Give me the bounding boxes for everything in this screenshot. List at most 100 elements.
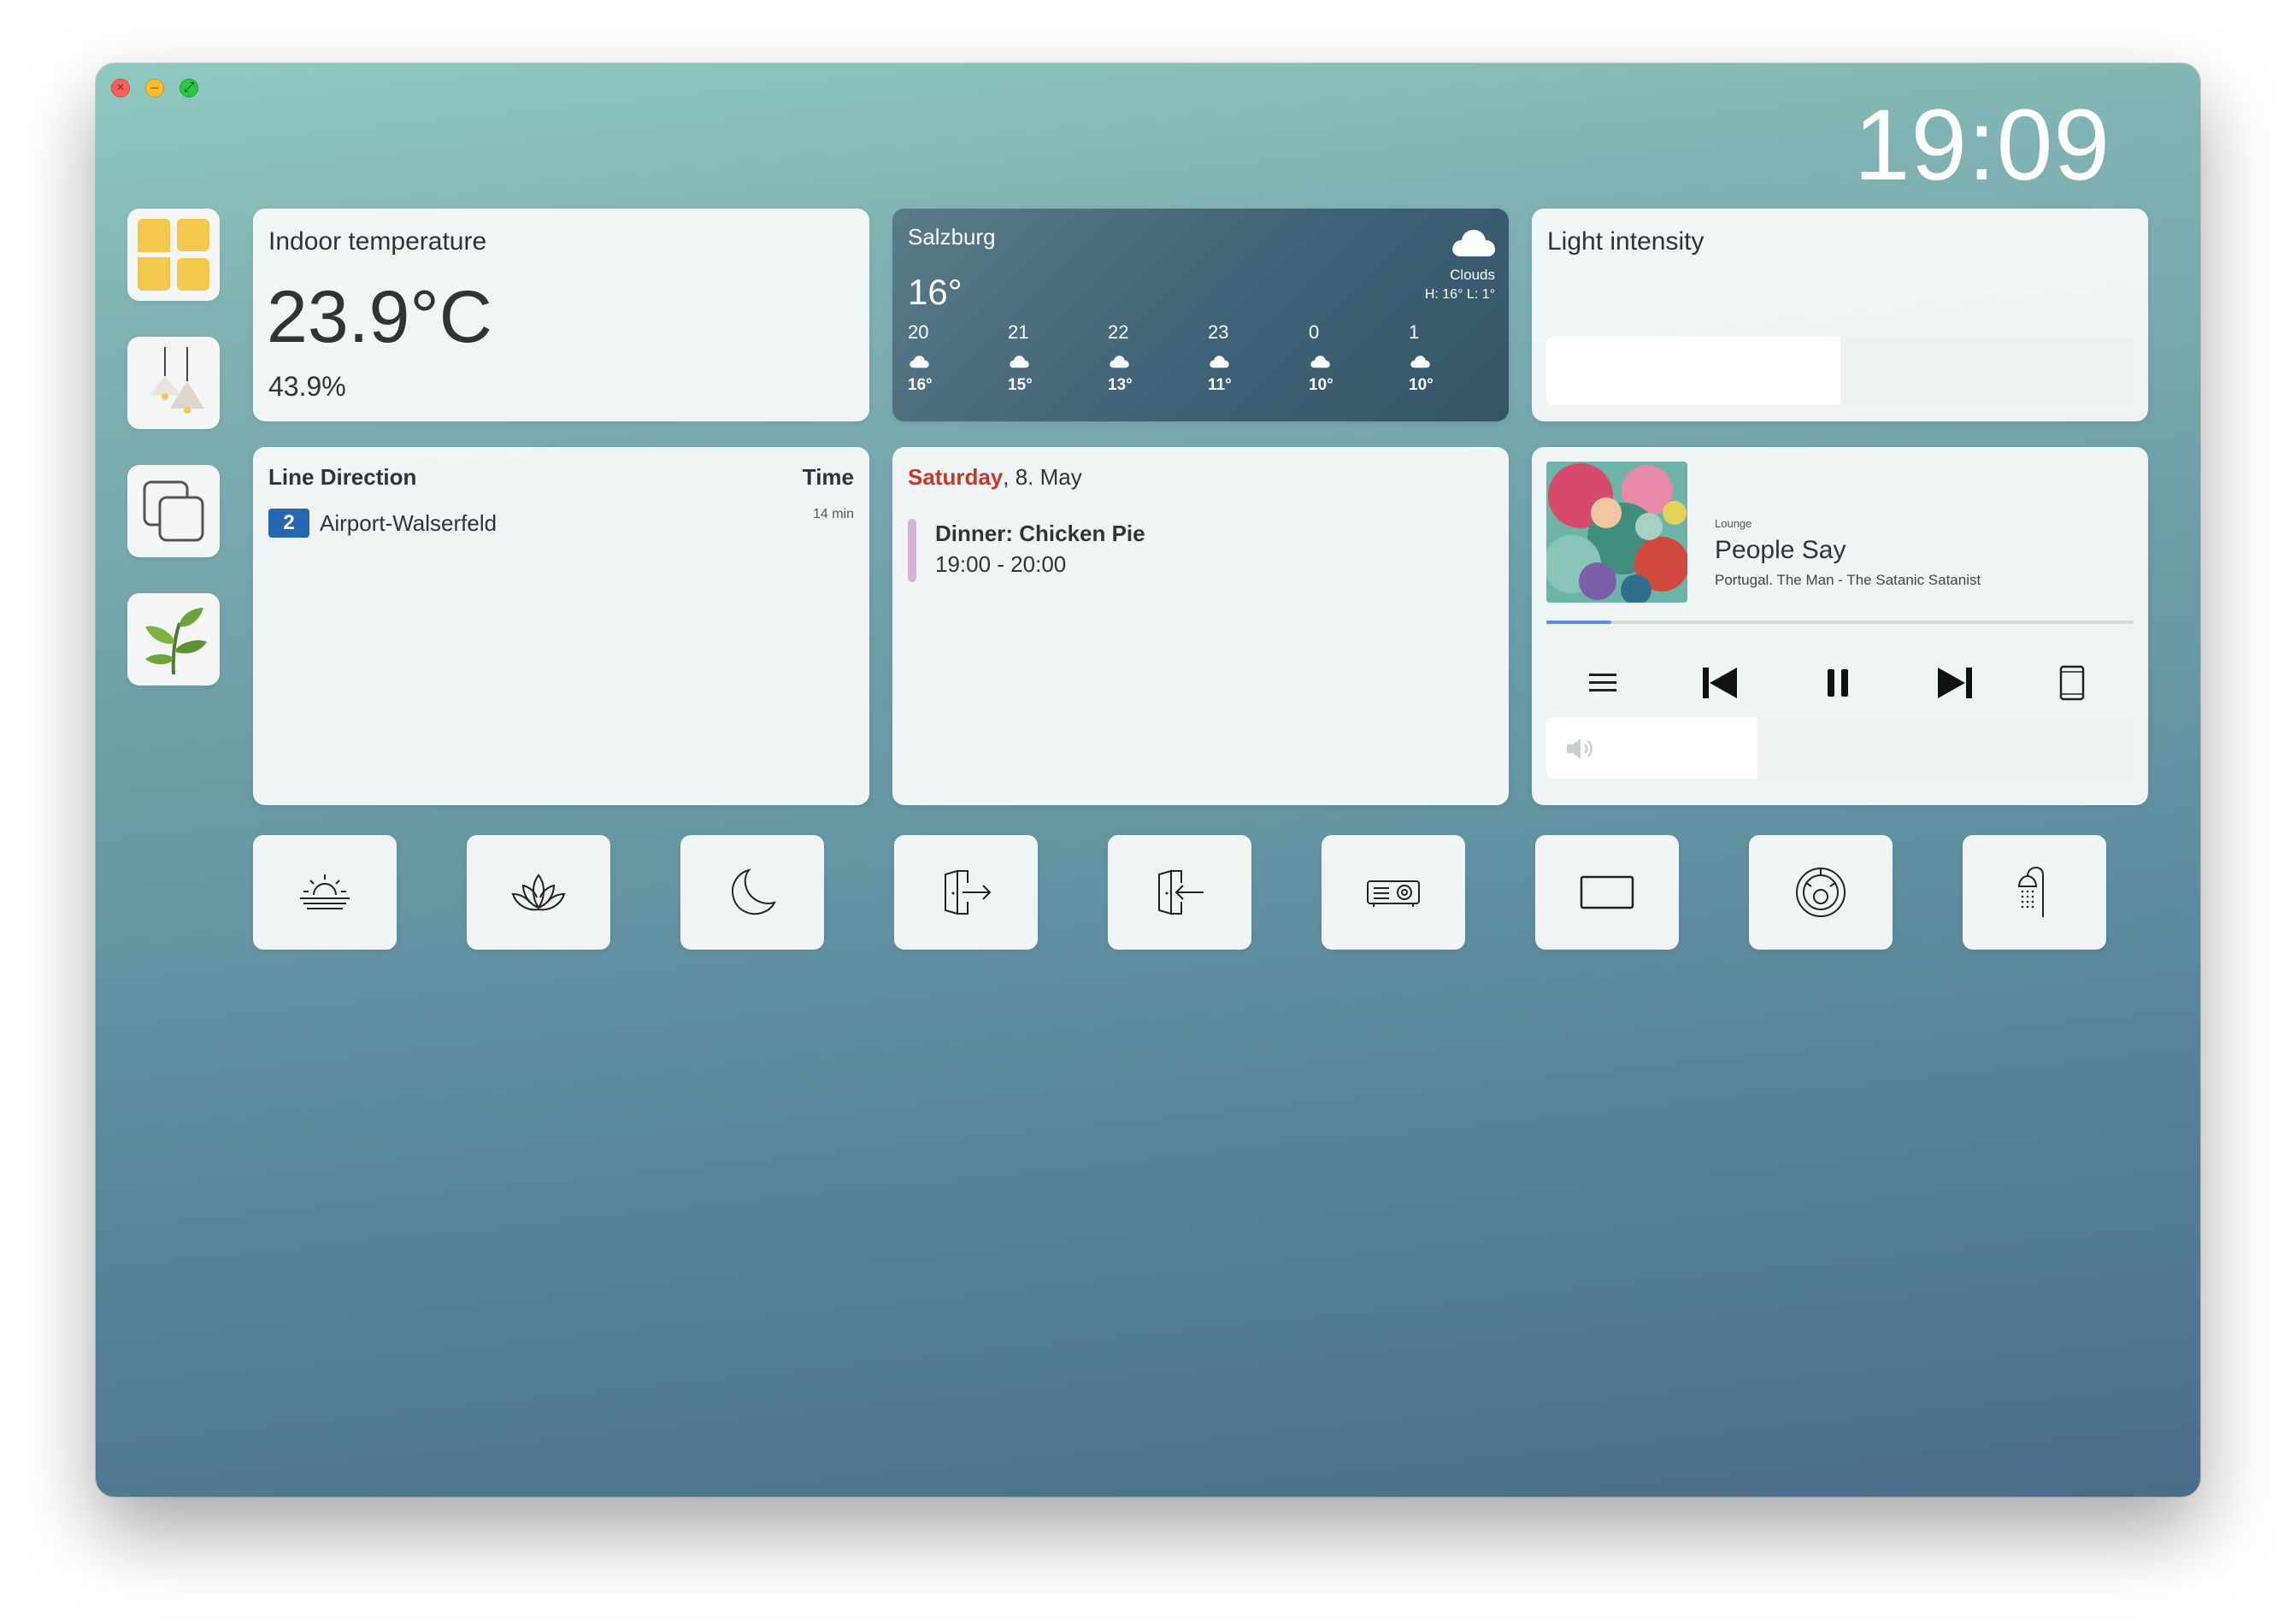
forecast-temp: 10° bbox=[1309, 376, 1333, 394]
forecast-temp: 11° bbox=[1208, 376, 1232, 394]
sunrise-icon bbox=[300, 874, 350, 909]
transit-card: Line Direction Time 2 Airport-Walserfeld… bbox=[253, 447, 869, 805]
departure-time: 14 min bbox=[812, 507, 854, 521]
scene-vacuum-button[interactable] bbox=[1749, 835, 1893, 950]
weather-city: Salzburg bbox=[908, 224, 996, 250]
scene-relax-button[interactable] bbox=[467, 835, 610, 950]
tablet-icon bbox=[2059, 665, 2085, 701]
forecast-item: 22 13° bbox=[1108, 321, 1159, 395]
door-enter-icon bbox=[1158, 869, 1204, 915]
media-progress-fill bbox=[1546, 621, 1611, 624]
previous-button[interactable] bbox=[1696, 659, 1744, 707]
indoor-humidity-value: 43.9% bbox=[268, 371, 346, 402]
light-intensity-card: Light intensity bbox=[1532, 209, 2148, 421]
close-button[interactable]: × bbox=[111, 79, 130, 97]
shower-icon bbox=[2017, 866, 2044, 917]
cloud-icon bbox=[1210, 356, 1229, 368]
scene-screen-button[interactable] bbox=[1535, 835, 1679, 950]
forecast-hour: 0 bbox=[1309, 321, 1320, 343]
forecast-temp: 13° bbox=[1108, 376, 1133, 394]
previous-icon bbox=[1703, 668, 1737, 698]
scene-leave-button[interactable] bbox=[894, 835, 1038, 950]
output-device-button[interactable] bbox=[2048, 659, 2096, 707]
pause-icon bbox=[1828, 669, 1848, 697]
sidebar-item-dashboard[interactable] bbox=[127, 209, 220, 301]
forecast-item: 20 16° bbox=[908, 321, 959, 395]
forecast-hour: 20 bbox=[908, 321, 929, 343]
media-artist: Portugal. The Man - The Satanic Satanist bbox=[1715, 572, 1981, 588]
media-title: People Say bbox=[1715, 536, 1846, 564]
forecast-item: 0 10° bbox=[1309, 321, 1360, 395]
forecast-temp: 10° bbox=[1409, 376, 1434, 394]
transit-header: Line Direction Time bbox=[268, 464, 854, 491]
album-art bbox=[1546, 462, 1687, 603]
speaker-icon bbox=[1567, 738, 1592, 759]
forecast-temp: 15° bbox=[1008, 376, 1033, 394]
robot-vacuum-icon bbox=[1796, 868, 1846, 917]
cloud-icon bbox=[910, 356, 929, 368]
media-progress-bar[interactable] bbox=[1546, 621, 2134, 624]
plant-leaves-icon bbox=[145, 608, 207, 675]
calendar-date: Saturday, 8. May bbox=[908, 464, 1082, 491]
forecast-hour: 22 bbox=[1108, 321, 1129, 343]
scene-shower-button[interactable] bbox=[1963, 835, 2106, 950]
lotus-icon bbox=[511, 874, 566, 911]
close-icon: × bbox=[116, 80, 125, 95]
copy-squares-icon bbox=[143, 480, 204, 542]
transit-header-time: Time bbox=[802, 464, 854, 490]
departure-direction: Airport-Walserfeld bbox=[320, 509, 497, 536]
transit-header-line: Line bbox=[268, 464, 315, 490]
media-player-card: Lounge People Say Portugal. The Man - Th… bbox=[1532, 447, 2148, 805]
scene-movie-button[interactable] bbox=[1322, 835, 1465, 950]
scene-arrive-button[interactable] bbox=[1108, 835, 1251, 950]
cloud-icon bbox=[1310, 356, 1330, 368]
queue-button[interactable] bbox=[1579, 659, 1627, 707]
scene-night-button[interactable] bbox=[680, 835, 824, 950]
light-intensity-fill bbox=[1546, 337, 1840, 405]
clock: 19:09 bbox=[1853, 89, 2111, 202]
transit-departure-row[interactable]: 2 Airport-Walserfeld 14 min bbox=[268, 507, 854, 538]
sidebar-item-plants[interactable] bbox=[127, 593, 220, 685]
cloud-icon bbox=[1410, 356, 1430, 368]
forecast-hour: 1 bbox=[1409, 321, 1420, 343]
pendant-lamps-icon bbox=[150, 347, 204, 414]
line-badge: 2 bbox=[268, 509, 309, 538]
dashboard-tiles-icon bbox=[138, 219, 209, 291]
queue-icon bbox=[1589, 674, 1616, 691]
fullscreen-button[interactable]: ⤢ bbox=[180, 79, 198, 97]
calendar-date-text: , 8. May bbox=[1003, 464, 1082, 490]
light-intensity-slider[interactable] bbox=[1546, 337, 2134, 405]
sidebar-item-devices[interactable] bbox=[127, 465, 220, 557]
volume-slider[interactable] bbox=[1546, 717, 2134, 779]
forecast-hour: 21 bbox=[1008, 321, 1029, 343]
light-intensity-title: Light intensity bbox=[1547, 227, 1704, 256]
weather-current-temp: 16° bbox=[908, 272, 963, 312]
pause-button[interactable] bbox=[1814, 659, 1862, 707]
moon-icon bbox=[732, 868, 776, 915]
door-exit-icon bbox=[945, 869, 992, 915]
screen-rectangle-icon bbox=[1580, 875, 1634, 909]
forecast-item: 21 15° bbox=[1008, 321, 1059, 395]
minimize-button[interactable]: – bbox=[145, 79, 164, 97]
indoor-temperature-title: Indoor temperature bbox=[268, 227, 487, 256]
weather-high-low: H: 16° L: 1° bbox=[1424, 287, 1495, 302]
event-title[interactable]: Dinner: Chicken Pie bbox=[935, 521, 1145, 547]
indoor-temperature-value: 23.9°C bbox=[267, 276, 492, 358]
forecast-item: 1 10° bbox=[1409, 321, 1460, 395]
weather-card[interactable]: Salzburg 16° Clouds H: 16° L: 1° 20 16° … bbox=[892, 209, 1509, 421]
projector-icon bbox=[1367, 880, 1420, 907]
cloud-icon bbox=[1452, 229, 1495, 256]
media-source: Lounge bbox=[1715, 517, 1752, 530]
forecast-hour: 23 bbox=[1208, 321, 1229, 343]
next-button[interactable] bbox=[1931, 659, 1979, 707]
forecast-temp: 16° bbox=[908, 376, 933, 394]
next-icon bbox=[1938, 668, 1972, 698]
calendar-day: Saturday bbox=[908, 464, 1004, 490]
event-time: 19:00 - 20:00 bbox=[935, 551, 1067, 577]
cloud-icon bbox=[1010, 356, 1029, 368]
fullscreen-icon: ⤢ bbox=[183, 80, 195, 95]
app-window: × – ⤢ 19:09 Indoor temperature 23.9°C 43… bbox=[96, 63, 2200, 1497]
scene-sunrise-button[interactable] bbox=[253, 835, 397, 950]
sidebar-item-lights[interactable] bbox=[127, 337, 220, 429]
indoor-temperature-card[interactable]: Indoor temperature 23.9°C 43.9% bbox=[253, 209, 869, 421]
